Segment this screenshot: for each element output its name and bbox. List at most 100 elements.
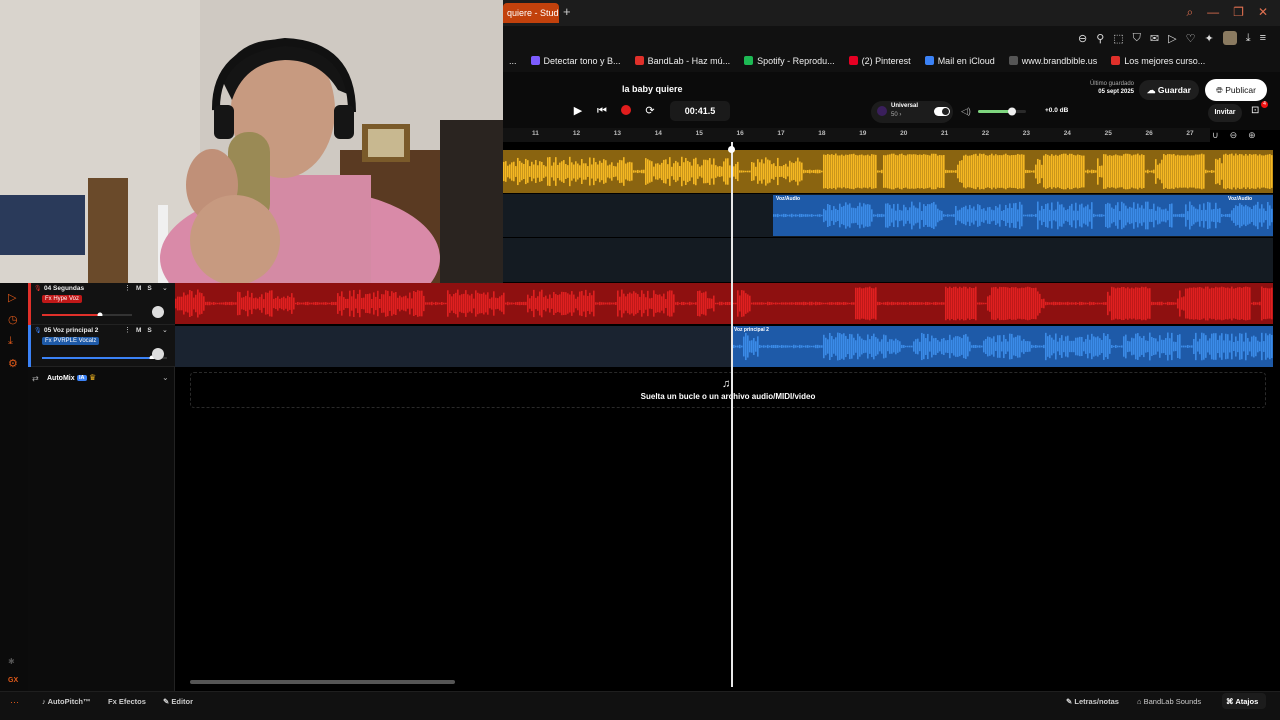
- shield-icon[interactable]: ⛉: [1133, 32, 1141, 45]
- play-button[interactable]: ▶: [570, 101, 586, 121]
- waveform-bar: [1147, 169, 1149, 174]
- waveform-bar: [627, 293, 629, 314]
- heart-icon[interactable]: ♡: [1186, 32, 1196, 45]
- zoom-out-icon[interactable]: ⊖: [1230, 130, 1238, 141]
- restore-icon[interactable]: ❐: [1233, 5, 1244, 20]
- speaker-icon[interactable]: ◁): [961, 106, 971, 117]
- bookmark-item[interactable]: Los mejores curso...: [1111, 56, 1205, 66]
- bookmark-item[interactable]: Mail en iCloud: [924, 56, 995, 66]
- blue-audio-clip-1[interactable]: [773, 195, 1273, 236]
- waveform-bar: [973, 154, 975, 189]
- track-volume-slider[interactable]: [42, 310, 132, 316]
- metronome-toggle[interactable]: [934, 107, 950, 116]
- menu-icon[interactable]: ≡: [1260, 32, 1266, 44]
- mute-button[interactable]: M: [136, 327, 147, 334]
- more-icon[interactable]: ⋯: [10, 697, 19, 708]
- sounds-button[interactable]: ⌂ BandLab Sounds: [1137, 697, 1201, 706]
- minimize-icon[interactable]: —: [1207, 5, 1219, 20]
- waveform-bar: [653, 290, 655, 317]
- project-title[interactable]: la baby quiere: [622, 84, 683, 94]
- waveform-bar: [843, 155, 845, 188]
- download-icon[interactable]: ⤓: [1246, 32, 1251, 45]
- track-fx-badge[interactable]: Fx PVRPLE Vocalz: [42, 337, 100, 345]
- extensions-icon[interactable]: ✦: [1204, 32, 1213, 45]
- magnet-icon[interactable]: ∪: [1212, 130, 1219, 141]
- record-button[interactable]: [618, 101, 634, 121]
- loop-button[interactable]: ⟳: [642, 101, 658, 121]
- waveform-bar: [559, 294, 561, 313]
- waveform-bar: [667, 291, 669, 316]
- zoom-in-icon[interactable]: ⊕: [1248, 130, 1256, 141]
- ruler-tick: 25: [1104, 130, 1112, 137]
- publish-button[interactable]: 🌐︎ Publicar: [1205, 79, 1267, 101]
- pan-knob[interactable]: [152, 348, 164, 360]
- chevron-down-icon[interactable]: ⌄: [162, 284, 168, 292]
- pan-knob[interactable]: [152, 306, 164, 318]
- bag-icon[interactable]: ⊡: [1251, 105, 1259, 116]
- playhead-handle[interactable]: [728, 146, 735, 153]
- waveform-bar: [985, 210, 987, 221]
- clock-icon[interactable]: ◷: [8, 313, 18, 326]
- waveform-bar: [883, 214, 885, 217]
- timeline-ruler[interactable]: 11 12 13 14 15 16 17 18 19 20 21 22 23 24 25 26 27: [503, 128, 1210, 142]
- gx-label[interactable]: GX: [8, 677, 18, 684]
- bookmark-item[interactable]: Detectar tono y B...: [530, 56, 621, 66]
- effects-button[interactable]: Fx Efectos: [108, 697, 146, 706]
- autopitch-button[interactable]: ♪ AutoPitch™: [42, 697, 90, 706]
- close-icon[interactable]: ✕: [1258, 5, 1268, 20]
- waveform-bar: [927, 333, 929, 360]
- bookmark-item[interactable]: (2) Pinterest: [848, 56, 911, 66]
- waveform-bar: [581, 159, 583, 184]
- waveform-bar: [793, 163, 795, 180]
- bookmark-item[interactable]: www.brandbible.us: [1008, 56, 1097, 66]
- download-icon[interactable]: ⤓: [8, 335, 13, 348]
- bookmark-item[interactable]: BandLab - Haz mú...: [634, 56, 730, 66]
- bookmark-item[interactable]: ...: [509, 56, 517, 66]
- red-audio-clip[interactable]: [175, 283, 1273, 324]
- more-icon[interactable]: ⋮: [124, 326, 131, 334]
- chevron-down-icon[interactable]: ⌄: [162, 326, 168, 334]
- pin-icon[interactable]: ⚲: [1096, 32, 1104, 45]
- horizontal-scrollbar[interactable]: [190, 680, 455, 684]
- lyrics-button[interactable]: ✎ Letras/notas: [1066, 697, 1119, 706]
- waveform-bar: [971, 208, 973, 223]
- master-volume-slider[interactable]: [978, 107, 1026, 116]
- waveform-bar: [1059, 154, 1061, 189]
- track-header-voz-principal[interactable]: 🎙︎ 05 Voz principal 2 Fx PVRPLE Vocalz M…: [28, 325, 175, 367]
- waveform-bar: [655, 163, 657, 180]
- blue-audio-clip-2[interactable]: [731, 326, 1273, 367]
- waveform-bar: [537, 165, 539, 178]
- yellow-audio-clip[interactable]: [503, 150, 1273, 193]
- playhead[interactable]: [731, 142, 733, 687]
- chevron-down-icon[interactable]: ⌄: [162, 373, 169, 382]
- settings-icon[interactable]: ⚙: [8, 357, 18, 370]
- save-button[interactable]: ☁ Guardar: [1139, 80, 1199, 100]
- editor-button[interactable]: ✎ Editor: [163, 697, 193, 706]
- search-icon[interactable]: ⌕: [1186, 5, 1193, 20]
- more-icon[interactable]: ⋮: [124, 284, 131, 292]
- play-outline-icon[interactable]: ▷: [8, 291, 16, 304]
- rewind-button[interactable]: ⏮: [594, 101, 610, 121]
- track-fx-badge[interactable]: Fx Hype Voz: [42, 295, 83, 303]
- browser-tab-active[interactable]: quiere - Studio: [503, 3, 559, 23]
- bookmark-item[interactable]: Spotify - Reprodu...: [744, 56, 835, 66]
- solo-button[interactable]: S: [147, 327, 157, 334]
- track-lane-3[interactable]: [503, 238, 1273, 282]
- zoom-icon[interactable]: ⊖: [1078, 32, 1087, 45]
- profile-avatar[interactable]: [1222, 31, 1237, 45]
- play-icon[interactable]: ▷: [1168, 32, 1176, 45]
- track-volume-slider[interactable]: [42, 353, 167, 359]
- solo-button[interactable]: S: [147, 285, 157, 292]
- shortcuts-button[interactable]: ⌘ Atajos: [1226, 697, 1258, 706]
- mute-button[interactable]: M: [136, 285, 147, 292]
- new-tab-button[interactable]: +: [563, 4, 571, 19]
- waveform-bar: [855, 340, 857, 353]
- crop-icon[interactable]: ⬚: [1113, 32, 1123, 45]
- invite-button[interactable]: Invitar: [1208, 104, 1242, 122]
- waveform-bar: [775, 214, 777, 217]
- waveform-bar: [967, 288, 969, 319]
- waveform-bar: [725, 301, 727, 306]
- mail-icon[interactable]: ✉: [1150, 32, 1159, 45]
- track-header-segundas[interactable]: 🎙︎ 04 Segundas Fx Hype Voz MS ⋮ ⌄: [28, 283, 175, 325]
- extra-icon[interactable]: ✱: [8, 657, 15, 666]
